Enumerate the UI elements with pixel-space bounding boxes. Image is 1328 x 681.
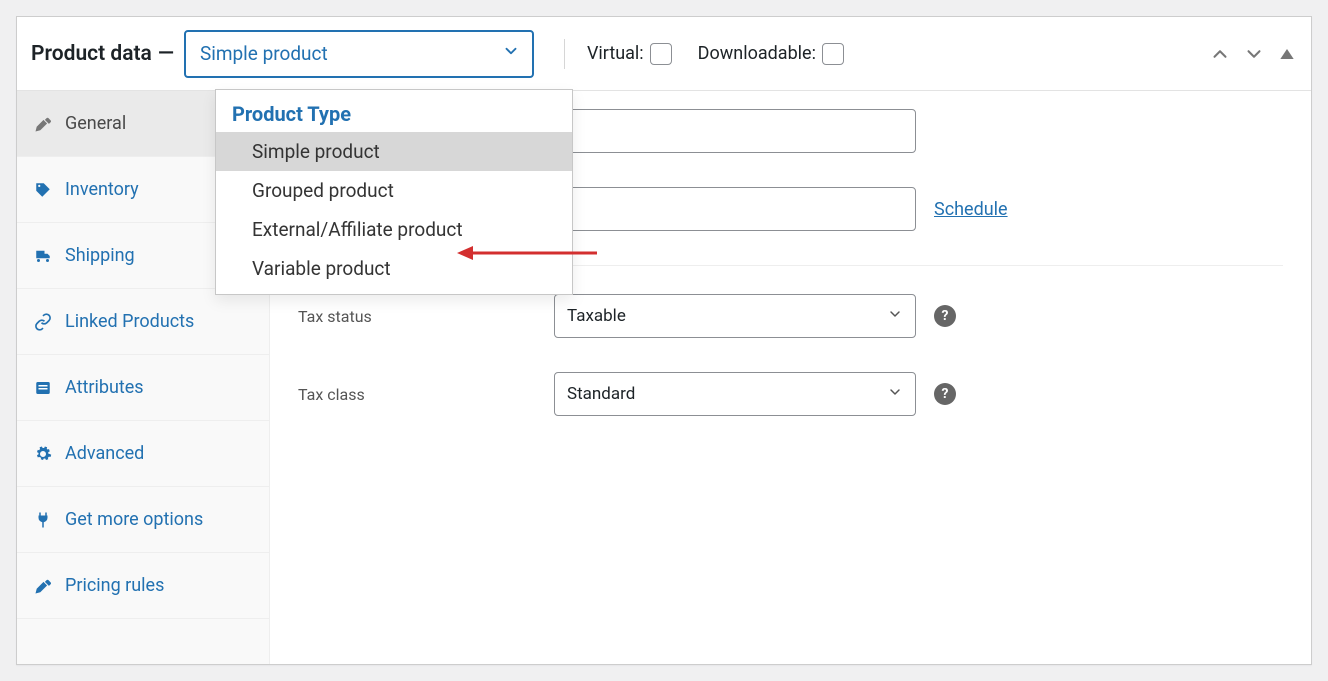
dropdown-option-variable-product[interactable]: Variable product [216, 249, 572, 288]
tax-class-value: Standard [567, 384, 635, 404]
panel-title: Product data [31, 42, 152, 66]
wrench-icon [33, 577, 53, 595]
product-data-panel: Product data — Simple product Virtual: D… [16, 16, 1312, 665]
panel-header: Product data — Simple product Virtual: D… [17, 17, 1311, 91]
move-up-icon[interactable] [1209, 43, 1231, 65]
product-type-select[interactable]: Simple product [184, 30, 534, 78]
sale-price-input[interactable] [554, 187, 916, 231]
sidebar-item-label: Shipping [65, 245, 135, 266]
gear-icon [33, 445, 53, 463]
virtual-label: Virtual: [587, 43, 644, 64]
tax-status-select[interactable]: Taxable [554, 294, 916, 338]
link-icon [33, 313, 53, 331]
sidebar-item-attributes[interactable]: Attributes [17, 355, 269, 421]
schedule-link[interactable]: Schedule [934, 199, 1008, 220]
title-dash: — [158, 42, 174, 66]
sidebar-item-label: Pricing rules [65, 575, 164, 596]
downloadable-label: Downloadable: [698, 43, 816, 64]
sidebar-item-advanced[interactable]: Advanced [17, 421, 269, 487]
help-icon[interactable]: ? [934, 305, 956, 327]
list-icon [33, 379, 53, 397]
sidebar-item-label: Get more options [65, 509, 203, 530]
tax-class-row: Tax class Standard ? [298, 372, 1283, 416]
truck-icon [33, 247, 53, 265]
plug-icon [33, 511, 53, 529]
sidebar-item-label: Linked Products [65, 311, 194, 332]
virtual-checkbox[interactable] [650, 43, 672, 65]
dropdown-group-label: Product Type [216, 94, 572, 132]
dropdown-option-external-affiliate-product[interactable]: External/Affiliate product [216, 210, 572, 249]
dropdown-option-simple-product[interactable]: Simple product [216, 132, 572, 171]
collapse-toggle-icon[interactable] [1277, 44, 1297, 64]
panel-body: General Inventory Shipping Linked Produc… [17, 91, 1311, 664]
sidebar-item-get-more-options[interactable]: Get more options [17, 487, 269, 553]
sidebar-item-linked-products[interactable]: Linked Products [17, 289, 269, 355]
sidebar-item-label: Inventory [65, 179, 139, 200]
panel-header-controls [1209, 43, 1297, 65]
tax-status-label: Tax status [298, 307, 554, 326]
downloadable-checkbox[interactable] [822, 43, 844, 65]
tax-class-label: Tax class [298, 385, 554, 404]
move-down-icon[interactable] [1243, 43, 1265, 65]
vertical-separator [564, 39, 565, 69]
dropdown-option-grouped-product[interactable]: Grouped product [216, 171, 572, 210]
tax-status-row: Tax status Taxable ? [298, 294, 1283, 338]
wrench-icon [33, 115, 53, 133]
sidebar-item-label: Advanced [65, 443, 144, 464]
sidebar-item-label: Attributes [65, 377, 144, 398]
chevron-down-icon [887, 384, 903, 405]
tax-class-select[interactable]: Standard [554, 372, 916, 416]
downloadable-field: Downloadable: [698, 43, 844, 65]
tag-icon [33, 181, 53, 199]
chevron-down-icon [502, 42, 520, 65]
sidebar-item-label: General [65, 113, 126, 134]
product-type-dropdown[interactable]: Product Type Simple product Grouped prod… [215, 89, 573, 295]
chevron-down-icon [887, 306, 903, 327]
regular-price-input[interactable] [554, 109, 916, 153]
virtual-field: Virtual: [587, 43, 672, 65]
help-icon[interactable]: ? [934, 383, 956, 405]
sidebar-item-pricing-rules[interactable]: Pricing rules [17, 553, 269, 619]
product-type-select-value: Simple product [200, 42, 328, 65]
tax-status-value: Taxable [567, 306, 626, 326]
